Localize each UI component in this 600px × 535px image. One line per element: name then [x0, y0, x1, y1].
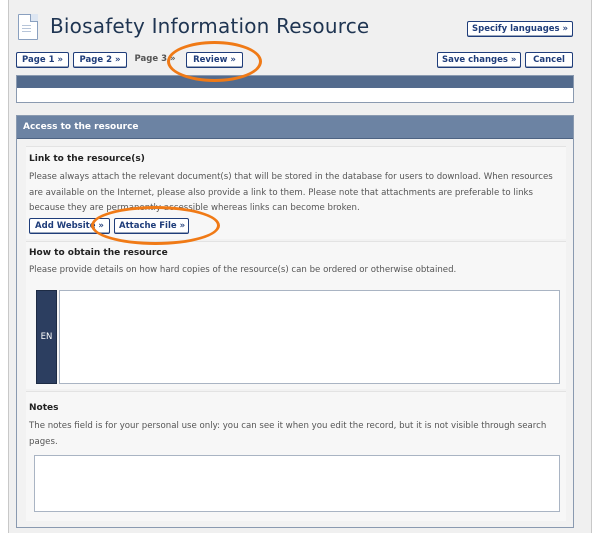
cancel-button[interactable]: Cancel: [525, 52, 573, 68]
notes-panel: Notes The notes field is for your person…: [26, 391, 566, 521]
notes-description: The notes field is for your personal use…: [29, 421, 547, 447]
notes-textarea[interactable]: [34, 455, 560, 512]
obtain-textarea[interactable]: [59, 290, 560, 384]
tab-page-3[interactable]: Page 3 »: [131, 52, 179, 68]
obtain-title: How to obtain the resource: [29, 248, 168, 258]
access-section: Access to the resource Link to the resou…: [16, 115, 574, 528]
specify-languages-button[interactable]: Specify languages »: [467, 21, 573, 37]
review-button[interactable]: Review »: [186, 52, 243, 68]
link-description: Please always attach the relevant docume…: [29, 172, 553, 213]
notes-title: Notes: [29, 403, 59, 413]
page-title: Biosafety Information Resource: [50, 14, 370, 38]
save-changes-button[interactable]: Save changes »: [437, 52, 521, 68]
section-header: Access to the resource: [17, 116, 573, 139]
progress-strip: [16, 75, 574, 103]
add-website-button[interactable]: Add Website »: [29, 218, 110, 234]
obtain-panel: How to obtain the resource Please provid…: [26, 241, 566, 389]
tab-page-1[interactable]: Page 1 »: [16, 52, 69, 68]
document-icon: [18, 14, 38, 40]
obtain-description: Please provide details on how hard copie…: [29, 265, 457, 275]
link-panel: Link to the resource(s) Please always at…: [26, 146, 566, 239]
attach-file-button[interactable]: Attache File »: [114, 218, 189, 234]
language-tab-en[interactable]: EN: [36, 290, 57, 384]
link-title: Link to the resource(s): [29, 154, 145, 164]
tab-page-2[interactable]: Page 2 »: [73, 52, 127, 68]
